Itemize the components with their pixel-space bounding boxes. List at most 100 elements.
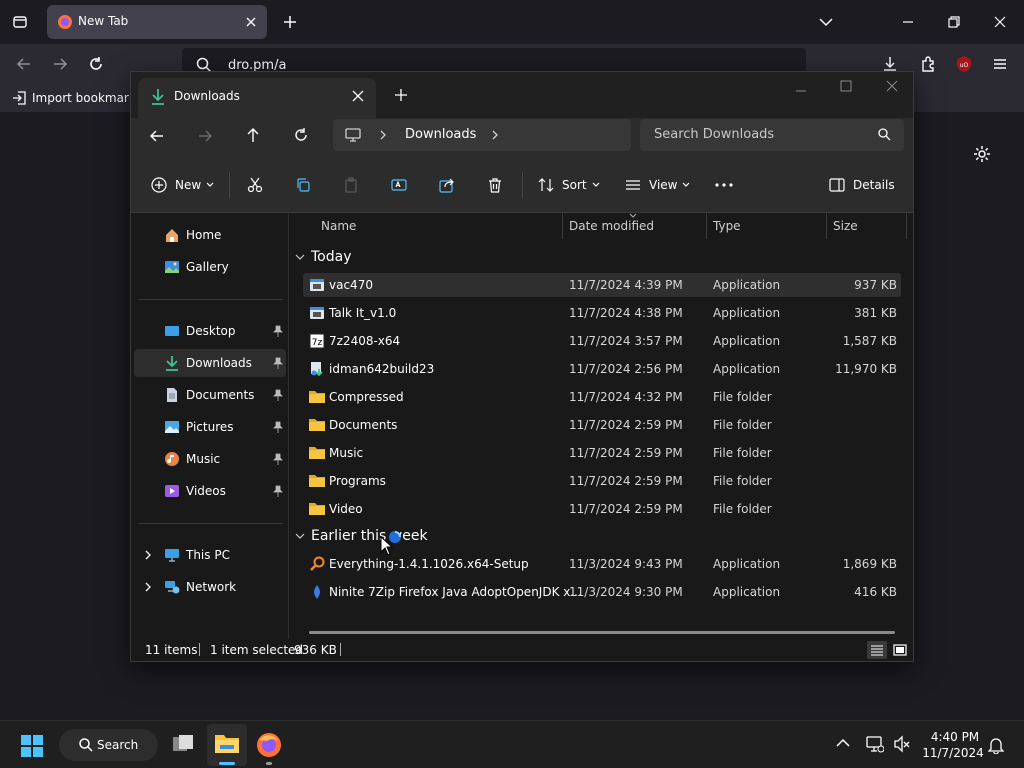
taskbar-search[interactable]: Search <box>59 729 158 761</box>
forward-arrow-icon[interactable] <box>197 128 213 144</box>
column-divider[interactable] <box>562 213 563 239</box>
details-view-toggle[interactable] <box>867 641 887 659</box>
more-options-button[interactable] <box>715 156 733 213</box>
address-box[interactable]: Downloads <box>333 119 631 151</box>
up-arrow-icon[interactable] <box>245 127 261 143</box>
minimize-icon[interactable] <box>795 85 807 97</box>
nav-item-pictures[interactable]: Pictures <box>134 413 286 441</box>
notifications-button[interactable] <box>988 736 1004 754</box>
app-menu-icon[interactable] <box>988 52 1012 76</box>
breadcrumb-downloads[interactable]: Downloads <box>405 127 476 142</box>
details-pane-button[interactable]: Details <box>829 156 895 213</box>
column-header-type[interactable]: Type <box>713 219 741 233</box>
svg-text:7z: 7z <box>312 338 323 348</box>
minimize-icon[interactable] <box>896 10 920 34</box>
paste-button[interactable] <box>343 156 359 213</box>
close-tab-icon[interactable] <box>352 90 364 102</box>
copy-button[interactable] <box>295 156 311 213</box>
new-tab-icon[interactable] <box>278 10 302 34</box>
pin-icon[interactable] <box>273 485 283 497</box>
file-row[interactable]: Talk It_v1.0 11/7/2024 4:38 PM Application… <box>303 301 901 325</box>
nav-item-documents[interactable]: Documents <box>134 381 286 409</box>
clock-date[interactable]: 11/7/2024 <box>920 746 986 760</box>
pin-icon[interactable] <box>273 389 283 401</box>
cut-button[interactable] <box>247 156 263 213</box>
ublock-origin-icon[interactable]: uO <box>952 52 976 76</box>
new-button[interactable]: New <box>151 156 214 213</box>
extensions-icon[interactable] <box>916 52 940 76</box>
close-window-icon[interactable] <box>988 10 1012 34</box>
file-row[interactable]: Ninite 7Zip Firefox Java AdoptOpenJDK x.… <box>303 580 901 604</box>
pictures-icon <box>164 419 180 435</box>
column-header-size[interactable]: Size <box>833 219 858 233</box>
file-row[interactable]: Compressed 11/7/2024 4:32 PM File folder <box>303 385 901 409</box>
pin-icon[interactable] <box>273 325 283 337</box>
restore-icon[interactable] <box>942 10 966 34</box>
pin-icon[interactable] <box>273 453 283 465</box>
file-row[interactable]: vac470 11/7/2024 4:39 PM Application 937 KB <box>303 273 901 297</box>
browser-tab[interactable]: New Tab <box>47 5 267 39</box>
nav-label-videos: Videos <box>186 484 226 498</box>
network-tray-button[interactable] <box>866 735 884 753</box>
file-row[interactable]: idman642build23 11/7/2024 2:56 PM Applicat… <box>303 357 901 381</box>
file-row[interactable]: Music 11/7/2024 2:59 PM File folder <box>303 441 901 465</box>
delete-button[interactable] <box>487 156 503 213</box>
taskbar-firefox[interactable] <box>256 732 282 765</box>
explorer-tab-downloads[interactable]: Downloads <box>138 78 376 118</box>
sort-button[interactable]: Sort <box>538 156 600 213</box>
nav-item-home[interactable]: Home <box>134 221 286 249</box>
column-divider[interactable] <box>906 213 907 239</box>
rename-button[interactable] <box>391 156 407 213</box>
chevron-right-icon[interactable] <box>491 130 499 140</box>
forward-icon[interactable] <box>48 52 72 76</box>
back-arrow-icon[interactable] <box>149 128 165 144</box>
nav-item-this-pc[interactable]: This PC <box>134 541 286 569</box>
group-header-today[interactable]: Today <box>295 249 352 265</box>
folder-icon <box>309 417 325 431</box>
file-row[interactable]: Programs 11/7/2024 2:59 PM File folder <box>303 469 901 493</box>
search-input[interactable]: Search Downloads <box>640 119 904 151</box>
file-row[interactable]: 7z 7z2408-x64 11/7/2024 3:57 PM Application… <box>303 329 901 353</box>
close-window-icon[interactable] <box>886 80 898 92</box>
pin-icon[interactable] <box>273 421 283 433</box>
nav-item-gallery[interactable]: Gallery <box>134 253 286 281</box>
column-divider[interactable] <box>826 213 827 239</box>
status-divider <box>199 643 200 656</box>
nav-item-downloads[interactable]: Downloads <box>134 349 286 377</box>
pin-icon[interactable] <box>273 357 283 369</box>
windows-logo-icon <box>21 735 43 757</box>
firefox-view-icon[interactable] <box>8 10 32 34</box>
horizontal-scrollbar[interactable] <box>309 631 895 634</box>
chevron-right-icon[interactable] <box>144 550 152 560</box>
back-icon[interactable] <box>12 52 36 76</box>
nav-item-videos[interactable]: Videos <box>134 477 286 505</box>
tiles-view-toggle[interactable] <box>891 641 909 659</box>
column-header-date[interactable]: Date modified <box>569 219 654 233</box>
file-row[interactable]: Documents 11/7/2024 2:59 PM File folder <box>303 413 901 437</box>
nav-item-network[interactable]: Network <box>134 573 286 601</box>
maximize-icon[interactable] <box>840 80 852 92</box>
new-tab-icon[interactable] <box>395 89 407 101</box>
refresh-icon[interactable] <box>293 127 309 143</box>
start-button[interactable] <box>20 734 44 758</box>
close-tab-icon[interactable] <box>244 15 258 29</box>
settings-gear-icon[interactable] <box>970 142 994 166</box>
chevron-right-icon[interactable] <box>144 582 152 592</box>
file-row[interactable]: Video 11/7/2024 2:59 PM File folder <box>303 497 901 521</box>
clock-time[interactable]: 4:40 PM <box>926 730 984 744</box>
column-divider[interactable] <box>706 213 707 239</box>
column-header-name[interactable]: Name <box>321 219 356 233</box>
import-bookmarks-link[interactable]: Import bookmarks <box>12 91 142 105</box>
nav-item-music[interactable]: Music <box>134 445 286 473</box>
view-button[interactable]: View <box>625 156 690 213</box>
taskbar-file-explorer[interactable] <box>207 724 247 766</box>
tab-list-icon[interactable] <box>814 10 838 34</box>
group-header-earlier[interactable]: Earlier this week <box>295 528 428 544</box>
nav-item-desktop[interactable]: Desktop <box>134 317 286 345</box>
volume-tray-button[interactable] <box>893 735 911 753</box>
task-view-button[interactable] <box>170 731 196 757</box>
reload-icon[interactable] <box>84 52 108 76</box>
show-hidden-icons-button[interactable] <box>836 738 850 748</box>
selected-count: 1 item selected <box>210 643 304 657</box>
share-button[interactable] <box>439 156 455 213</box>
